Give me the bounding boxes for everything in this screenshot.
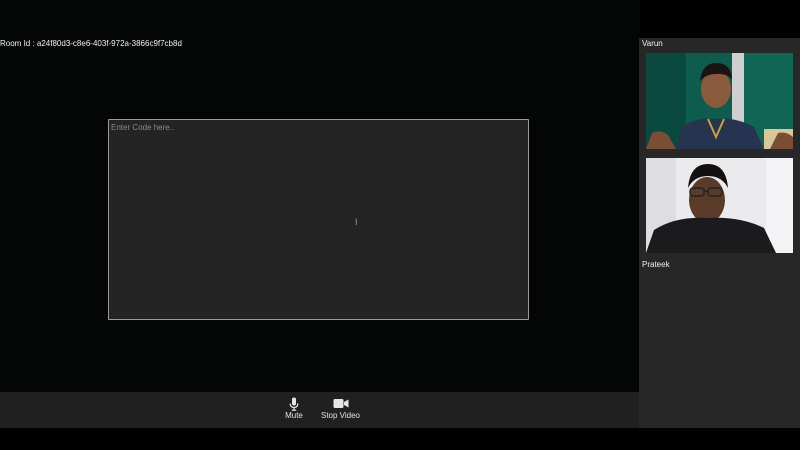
main-stage: Room Id : a24f80d3-c8e6-403f-972a-3866c9…: [0, 0, 640, 428]
bottom-strip: [0, 428, 800, 450]
participant-name-prateek: Prateek: [642, 260, 670, 269]
code-editor-placeholder: Enter Code here..: [111, 123, 175, 132]
mute-button[interactable]: Mute: [283, 396, 305, 420]
stop-video-button[interactable]: Stop Video: [318, 396, 363, 420]
mute-label: Mute: [285, 411, 303, 420]
video-feed-varun: [646, 53, 793, 149]
text-cursor-icon: I: [355, 217, 358, 227]
participant-name-varun: Varun: [642, 39, 663, 48]
control-bar: Mute Stop Video: [0, 392, 640, 428]
room-id-label: Room Id : a24f80d3-c8e6-403f-972a-3866c9…: [0, 39, 182, 48]
code-editor[interactable]: Enter Code here..: [108, 119, 529, 320]
microphone-icon: [289, 396, 299, 411]
participant-video-varun[interactable]: [646, 53, 793, 149]
meeting-app: Room Id : a24f80d3-c8e6-403f-972a-3866c9…: [0, 0, 800, 450]
video-camera-icon: [333, 396, 349, 411]
participant-video-prateek[interactable]: [646, 158, 793, 253]
participants-sidebar: Varun Prateek: [639, 38, 800, 428]
video-feed-prateek: [646, 158, 793, 253]
stop-video-label: Stop Video: [321, 411, 360, 420]
